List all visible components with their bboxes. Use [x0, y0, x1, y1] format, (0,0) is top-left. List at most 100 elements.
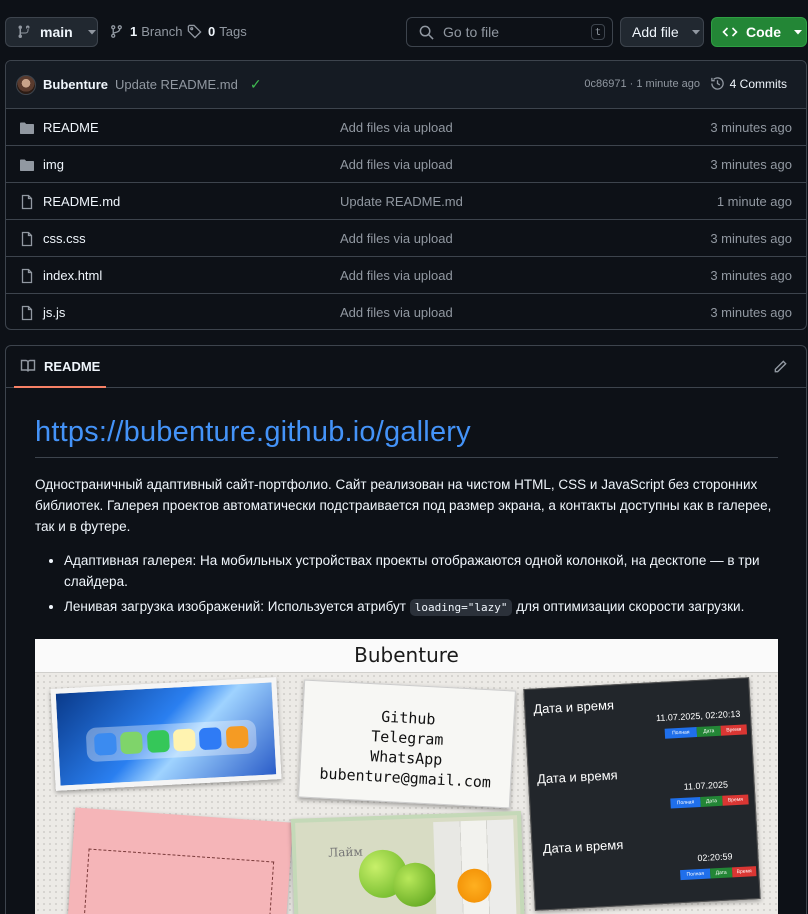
search-icon: [419, 25, 434, 40]
pill-full: Полная: [680, 868, 711, 881]
table-row[interactable]: index.html Add files via upload 3 minutes …: [6, 257, 806, 294]
avatar[interactable]: [16, 74, 36, 95]
tags-count: 0: [208, 24, 216, 39]
file-commit-message[interactable]: Update README.md: [340, 194, 463, 209]
git-branch-icon: [18, 25, 30, 38]
datetime-label: Дата и время: [536, 767, 618, 787]
pill-date: Дата: [696, 725, 722, 738]
search-placeholder: Go to file: [443, 24, 500, 40]
maps-icon: [120, 731, 144, 755]
table-row[interactable]: README Add files via upload 3 minutes ago: [6, 109, 806, 146]
branches-count: 1: [130, 24, 138, 39]
tags-label: Tags: [219, 24, 247, 39]
add-file-button[interactable]: Add file: [620, 17, 704, 47]
branch-name: main: [40, 24, 73, 40]
safari-icon: [199, 727, 223, 751]
file-name-link[interactable]: README: [43, 120, 99, 135]
file-commit-message[interactable]: Add files via upload: [340, 268, 453, 283]
file-commit-message[interactable]: Add files via upload: [340, 120, 453, 135]
pill-full: Полная: [670, 796, 701, 809]
file-commit-message[interactable]: Add files via upload: [340, 305, 453, 320]
readme-screenshot-image: Bubenture Github Telegram WhatsApp buben…: [35, 639, 778, 914]
file-commit-time: 3 minutes ago: [710, 268, 792, 283]
tags-link[interactable]: 0 Tags: [187, 24, 247, 39]
caret-down-icon: [691, 30, 700, 35]
inline-code: loading="lazy": [409, 599, 513, 616]
file-browser: Bubenture Update README.md ✓ 0c86971 · 1…: [5, 60, 807, 330]
pencil-icon[interactable]: [773, 359, 788, 374]
file-name-link[interactable]: README.md: [43, 194, 120, 209]
repo-toolbar: main 1 Branch 0 Tags Go to file t Add fi…: [0, 0, 808, 64]
file-icon: [21, 194, 33, 210]
tab-readme[interactable]: README: [14, 346, 107, 388]
finder-icon: [94, 732, 118, 756]
list-item-text: Ленивая загрузка изображений: Использует…: [64, 599, 410, 614]
file-icon: [21, 268, 33, 284]
preview-card-dock: [50, 677, 282, 791]
list-item: Ленивая загрузка изображений: Использует…: [64, 596, 778, 618]
pill-time: Время: [720, 724, 748, 736]
check-icon[interactable]: ✓: [250, 76, 262, 93]
readme-panel: README https://bubenture.github.io/galle…: [5, 345, 807, 914]
go-to-file-input[interactable]: Go to file t: [406, 17, 613, 47]
dashed-frame: [83, 848, 275, 914]
readme-title-link[interactable]: https://bubenture.github.io/gallery: [35, 416, 778, 458]
file-icon: [21, 231, 33, 247]
folder-icon: [20, 122, 34, 134]
preview-card-lime: Лайм: [290, 811, 526, 914]
book-icon: [20, 359, 36, 372]
datetime-label: Дата и время: [542, 837, 624, 857]
tag-icon: [187, 24, 202, 39]
file-name-link[interactable]: css.css: [43, 231, 86, 246]
file-name-link[interactable]: js.js: [43, 305, 65, 320]
readme-feature-list: Адаптивная галерея: На мобильных устройс…: [35, 550, 778, 618]
commit-message[interactable]: Update README.md: [115, 77, 238, 92]
readme-paragraph: Одностраничный адаптивный сайт-портфолио…: [35, 477, 772, 534]
list-item-text: для оптимизации скорости загрузки.: [512, 599, 745, 614]
datetime-value: 11.07.2025, 02:20:13: [655, 708, 741, 724]
datetime-label: Дата и время: [533, 697, 615, 717]
commits-link[interactable]: 4 Commits: [710, 76, 787, 91]
preview-card-contacts: Github Telegram WhatsApp bubenture@gmail…: [298, 679, 516, 809]
history-icon: [710, 77, 724, 90]
preview-card-datetime: Дата и время 11.07.2025, 02:20:13 Полная…: [523, 677, 761, 911]
file-name-link[interactable]: img: [43, 157, 64, 172]
notes-icon: [172, 728, 197, 752]
lime-label: Лайм: [327, 844, 363, 860]
date-value: 11.07.2025: [683, 779, 729, 792]
branches-label: Branch: [141, 24, 183, 39]
branches-link[interactable]: 1 Branch: [109, 24, 182, 39]
table-row[interactable]: css.css Add files via upload 3 minutes ago: [6, 220, 806, 257]
time-value: 02:20:59: [697, 851, 733, 864]
table-row[interactable]: README.md Update README.md 1 minute ago: [6, 183, 806, 220]
readme-tab-label: README: [44, 358, 101, 374]
commit-author[interactable]: Bubenture: [43, 77, 108, 92]
preview-card-pink: [67, 807, 293, 914]
code-button[interactable]: Code: [711, 17, 807, 47]
add-file-label: Add file: [632, 24, 679, 40]
file-commit-time: 3 minutes ago: [710, 305, 792, 320]
git-branch-icon: [111, 25, 122, 38]
table-row[interactable]: img Add files via upload 3 minutes ago: [6, 146, 806, 183]
file-commit-time: 1 minute ago: [716, 194, 792, 209]
commit-meta[interactable]: 0c86971 · 1 minute ago: [584, 78, 700, 90]
list-item: Адаптивная галерея: На мобильных устройс…: [64, 550, 778, 592]
latest-commit-bar: Bubenture Update README.md ✓ 0c86971 · 1…: [6, 61, 806, 109]
pill-time: Время: [731, 866, 757, 878]
keyboard-shortcut-hint: t: [591, 24, 605, 40]
messages-icon: [146, 729, 170, 753]
file-list: README Add files via upload 3 minutes ago i…: [6, 109, 806, 329]
table-row[interactable]: js.js Add files via upload 3 minutes ago: [6, 294, 806, 329]
file-commit-message[interactable]: Add files via upload: [340, 231, 453, 246]
caret-down-icon: [794, 30, 802, 35]
file-commit-message[interactable]: Add files via upload: [340, 157, 453, 172]
readme-tab-bar: README: [6, 346, 806, 388]
file-commit-time: 3 minutes ago: [710, 120, 792, 135]
commits-count-label: 4 Commits: [729, 76, 787, 91]
branch-selector-button[interactable]: main: [5, 17, 98, 47]
books-icon: [225, 725, 249, 749]
caret-down-icon: [87, 30, 96, 35]
file-icon: [21, 305, 33, 321]
file-commit-time: 3 minutes ago: [710, 157, 792, 172]
file-name-link[interactable]: index.html: [43, 268, 102, 283]
